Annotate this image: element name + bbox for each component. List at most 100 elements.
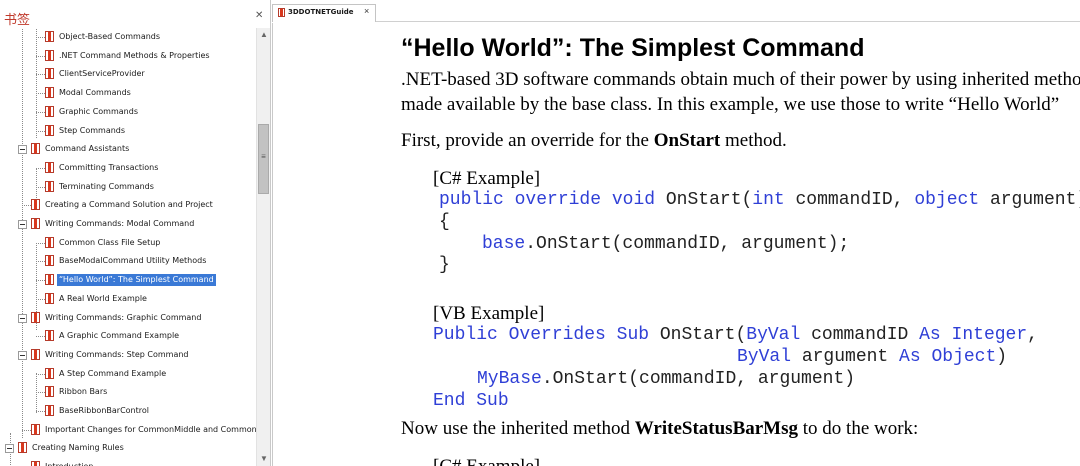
code-text: .OnStart(commandID, argument); bbox=[525, 234, 850, 254]
bookmark-label: Ribbon Bars bbox=[59, 387, 108, 397]
bookmark-label: Introduction bbox=[43, 461, 95, 466]
code-keyword: As bbox=[919, 325, 941, 345]
code-line: End Sub bbox=[433, 391, 509, 411]
tree-connector bbox=[36, 280, 45, 282]
bookmark-item[interactable]: .NET Command Methods & Properties bbox=[0, 47, 256, 65]
code-keyword: Integer bbox=[951, 325, 1028, 345]
bookmark-icon bbox=[31, 218, 40, 229]
bookmark-icon bbox=[45, 236, 54, 248]
bookmark-item[interactable]: Important Changes for CommonMiddle and C… bbox=[0, 421, 256, 439]
bookmark-label: Creating a Command Solution and Project bbox=[45, 200, 213, 210]
code-line: } bbox=[439, 255, 450, 275]
bookmark-tree[interactable]: Object-Based Commands .NET Command Method… bbox=[0, 28, 256, 466]
tab-close-icon[interactable]: × bbox=[364, 6, 369, 16]
bookmark-item[interactable]: ClientServiceProvider bbox=[0, 65, 256, 83]
code-keyword: ByVal bbox=[737, 347, 792, 367]
bookmark-label: A Step Command Example bbox=[59, 368, 167, 378]
code-keyword: int bbox=[752, 190, 785, 210]
code-text: commandID, bbox=[784, 190, 915, 210]
bookmark-item[interactable]: Terminating Commands bbox=[0, 178, 256, 196]
bookmark-icon bbox=[45, 180, 54, 192]
body-paragraph: Now use the inherited method WriteStatus… bbox=[401, 418, 918, 440]
tree-connector bbox=[36, 93, 45, 95]
bookmark-icon bbox=[31, 199, 40, 211]
code-keyword: Public bbox=[433, 325, 498, 345]
tab-document[interactable]: 3DDOTNETGuide × bbox=[272, 4, 376, 22]
scroll-grip-icon: ≡ bbox=[261, 152, 266, 161]
code-text: , bbox=[1027, 325, 1038, 345]
bookmark-item[interactable]: Creating a Command Solution and Project bbox=[0, 196, 256, 214]
code-line: MyBase.OnStart(commandID, argument) bbox=[477, 369, 855, 389]
bookmark-item[interactable]: Committing Transactions bbox=[0, 159, 256, 177]
code-text: OnStart( bbox=[655, 190, 753, 210]
bookmark-icon bbox=[45, 31, 54, 42]
bookmark-item[interactable]: Writing Commands: Graphic Command bbox=[0, 309, 256, 327]
bookmark-icon bbox=[45, 367, 54, 379]
collapse-toggle-icon[interactable] bbox=[5, 444, 14, 454]
bookmark-label: Committing Transactions bbox=[59, 162, 159, 172]
bookmark-item[interactable]: A Step Command Example bbox=[0, 365, 256, 383]
collapse-toggle-icon[interactable] bbox=[18, 350, 27, 360]
bookmark-label: A Graphic Command Example bbox=[59, 331, 180, 341]
collapse-toggle-icon[interactable] bbox=[18, 220, 27, 229]
bookmark-label: Graphic Commands bbox=[59, 106, 138, 116]
bookmark-item[interactable]: A Real World Example bbox=[0, 290, 256, 308]
pdf-icon bbox=[278, 8, 285, 17]
bookmark-item[interactable]: Graphic Commands bbox=[0, 103, 256, 121]
tree-connector bbox=[22, 429, 31, 431]
code-keyword: override bbox=[514, 190, 602, 210]
bookmark-label: BaseModalCommand Utility Methods bbox=[59, 256, 207, 266]
bookmark-label: ClientServiceProvider bbox=[59, 69, 145, 79]
tree-connector bbox=[36, 37, 45, 38]
bookmark-label: Writing Commands: Graphic Command bbox=[45, 312, 202, 322]
tree-connector bbox=[36, 130, 45, 132]
bookmark-label: Creating Naming Rules bbox=[32, 443, 124, 453]
bookmark-item[interactable]: Common Class File Setup bbox=[0, 234, 256, 252]
document-view[interactable]: “Hello World”: The Simplest Command .NET… bbox=[272, 23, 1080, 466]
method-name: WriteStatusBarMsg bbox=[634, 418, 799, 439]
method-name: OnStart bbox=[653, 130, 721, 151]
bookmark-item[interactable]: BaseRibbonBarControl bbox=[0, 402, 256, 420]
bookmark-item[interactable]: A Graphic Command Example bbox=[0, 327, 256, 345]
panel-close-icon[interactable]: ✕ bbox=[255, 11, 263, 21]
bookmark-item[interactable]: Ribbon Bars bbox=[0, 383, 256, 401]
code-keyword: MyBase bbox=[477, 369, 542, 389]
bookmark-icon bbox=[45, 255, 54, 267]
collapse-toggle-icon[interactable] bbox=[18, 145, 27, 155]
tree-connector bbox=[36, 74, 45, 76]
bookmark-icon bbox=[45, 87, 54, 99]
bookmark-label: BaseRibbonBarControl bbox=[59, 406, 149, 415]
scroll-down-arrow-icon[interactable]: ▼ bbox=[257, 452, 270, 466]
scroll-up-arrow-icon[interactable]: ▲ bbox=[257, 28, 270, 42]
bookmark-item[interactable]: Command Assistants bbox=[0, 140, 256, 158]
bookmark-item[interactable]: Object-Based Commands bbox=[0, 28, 256, 46]
body-text: to do the work: bbox=[798, 418, 919, 439]
bookmark-label: .NET Command Methods & Properties bbox=[59, 50, 210, 60]
tree-connector bbox=[36, 373, 45, 375]
bookmark-item[interactable]: “Hello World”: The Simplest Command bbox=[0, 271, 256, 289]
scroll-thumb[interactable]: ≡ bbox=[258, 124, 269, 194]
collapse-toggle-icon[interactable] bbox=[18, 313, 27, 323]
tree-connector bbox=[36, 186, 45, 188]
bookmark-item[interactable]: Writing Commands: Step Command bbox=[0, 346, 256, 364]
bookmark-item[interactable]: Introduction bbox=[0, 458, 256, 466]
bookmark-label: Command Assistants bbox=[45, 144, 130, 154]
tree-connector bbox=[36, 55, 45, 57]
tree-connector bbox=[22, 205, 31, 207]
bookmark-icon bbox=[45, 292, 54, 304]
bookmark-item[interactable]: Modal Commands bbox=[0, 84, 256, 102]
code-line: public override void OnStart(int command… bbox=[439, 190, 1080, 210]
bookmarks-scrollbar[interactable]: ▲ ≡ ▼ bbox=[256, 28, 270, 466]
bookmark-item[interactable]: BaseModalCommand Utility Methods bbox=[0, 252, 256, 270]
bookmark-icon bbox=[31, 461, 40, 466]
tree-connector bbox=[36, 261, 45, 263]
bookmark-item[interactable]: Creating Naming Rules bbox=[0, 439, 256, 457]
bookmark-item[interactable]: Writing Commands: Modal Command bbox=[0, 215, 256, 233]
code-text: commandID bbox=[800, 325, 920, 345]
bookmark-icon bbox=[45, 330, 54, 342]
code-keyword: Overrides bbox=[508, 325, 606, 345]
bookmark-icon bbox=[45, 105, 54, 117]
bookmark-label: Modal Commands bbox=[59, 88, 131, 98]
bookmark-item[interactable]: Step Commands bbox=[0, 122, 256, 140]
code-keyword: Object bbox=[931, 347, 997, 367]
